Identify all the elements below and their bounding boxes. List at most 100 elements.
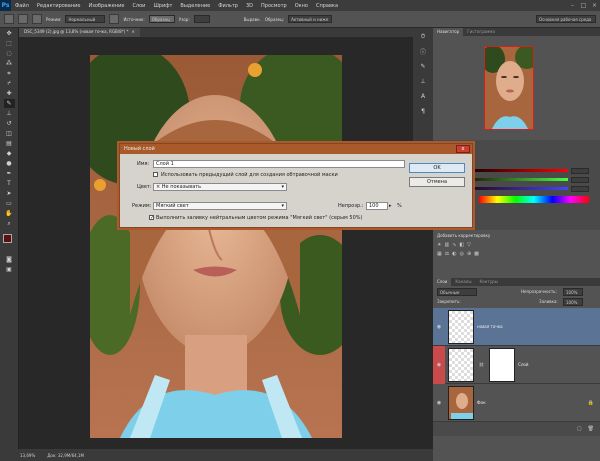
maximize-icon[interactable]: □ bbox=[578, 2, 589, 9]
mode-select[interactable]: Нормальный bbox=[65, 15, 106, 23]
opacity-stepper-icon[interactable]: ▸ bbox=[389, 203, 392, 209]
color-balance-icon[interactable]: ⚖ bbox=[445, 251, 449, 257]
healing-tool-icon[interactable]: ✚ bbox=[4, 89, 15, 98]
dodge-tool-icon[interactable]: ● bbox=[4, 159, 15, 168]
green-slider[interactable] bbox=[459, 175, 589, 184]
layer-name-input[interactable]: Слой 1 bbox=[153, 160, 405, 168]
eye-icon[interactable]: ◉ bbox=[433, 308, 445, 346]
clone-source-icon[interactable] bbox=[32, 14, 42, 24]
type-tool-icon[interactable]: T bbox=[4, 179, 15, 188]
paragraph-panel-icon[interactable]: ¶ bbox=[418, 107, 429, 116]
layer-mask-thumbnail[interactable] bbox=[489, 347, 516, 382]
layer-row[interactable]: ◉ ⛓ Слой bbox=[433, 345, 600, 384]
marquee-tool-icon[interactable]: ⬚ bbox=[4, 39, 15, 48]
tab-paths[interactable]: Контуры bbox=[475, 278, 502, 286]
menu-file[interactable]: Файл bbox=[11, 3, 33, 9]
document-close-icon[interactable]: × bbox=[132, 29, 135, 36]
shape-tool-icon[interactable]: ▭ bbox=[4, 199, 15, 208]
opacity-input[interactable]: 100% bbox=[563, 288, 583, 296]
menu-select[interactable]: Выделение bbox=[176, 3, 214, 9]
menu-image[interactable]: Изображение bbox=[84, 3, 128, 9]
tab-channels[interactable]: Каналы bbox=[451, 278, 476, 286]
curves-icon[interactable]: ∿ bbox=[452, 242, 456, 248]
eyedropper-tool-icon[interactable]: ⌿ bbox=[4, 79, 15, 88]
crop-tool-icon[interactable]: ⌗ bbox=[4, 69, 15, 78]
menu-help[interactable]: Справка bbox=[312, 3, 342, 9]
clone-stamp-tool-icon[interactable]: ⊥ bbox=[4, 109, 15, 118]
menu-view[interactable]: Просмотр bbox=[257, 3, 291, 9]
pen-tool-icon[interactable]: ✒ bbox=[4, 169, 15, 178]
lasso-tool-icon[interactable]: ◌ bbox=[4, 49, 15, 58]
blend-mode-select[interactable]: Обычные bbox=[437, 288, 477, 296]
eye-icon[interactable]: ◉ bbox=[433, 384, 445, 422]
color-spectrum[interactable] bbox=[479, 196, 589, 203]
hand-tool-icon[interactable]: ✋ bbox=[4, 209, 15, 218]
screen-mode-icon[interactable]: ▣ bbox=[4, 265, 15, 274]
foreground-color[interactable] bbox=[3, 234, 12, 243]
layer-row[interactable]: ◉ новая точка bbox=[433, 308, 600, 346]
menu-edit[interactable]: Редактирование bbox=[33, 3, 85, 9]
menu-type[interactable]: Шрифт bbox=[149, 3, 176, 9]
channel-mixer-icon[interactable]: ⊕ bbox=[467, 251, 471, 257]
document-image[interactable] bbox=[90, 55, 342, 438]
quick-mask-icon[interactable]: ◙ bbox=[4, 255, 15, 264]
blue-slider[interactable] bbox=[459, 184, 589, 193]
zoom-tool-icon[interactable]: ⌕ bbox=[4, 219, 15, 228]
quick-select-tool-icon[interactable]: ⁂ bbox=[4, 59, 15, 68]
menu-3d[interactable]: 3D bbox=[242, 3, 257, 9]
brush-panel-icon[interactable]: ✎ bbox=[418, 62, 429, 71]
dialog-close-button[interactable]: x bbox=[456, 145, 470, 153]
gradient-tool-icon[interactable]: ▤ bbox=[4, 139, 15, 148]
navigator-thumbnail[interactable] bbox=[484, 46, 534, 130]
minimize-icon[interactable]: – bbox=[567, 2, 578, 9]
trash-icon[interactable]: 🗑 bbox=[588, 426, 594, 432]
ok-button[interactable]: OK bbox=[409, 163, 465, 173]
brush-preset-icon[interactable] bbox=[18, 14, 28, 24]
history-brush-tool-icon[interactable]: ↺ bbox=[4, 119, 15, 128]
character-panel-icon[interactable]: A bbox=[418, 92, 429, 101]
color-swatches[interactable] bbox=[0, 232, 18, 254]
vibrance-icon[interactable]: ▽ bbox=[467, 242, 471, 248]
color-lookup-icon[interactable]: ▩ bbox=[474, 251, 479, 257]
menu-filter[interactable]: Фильтр bbox=[214, 3, 242, 9]
sample-select[interactable]: Активный и ниже bbox=[288, 15, 333, 23]
move-tool-icon[interactable]: ✥ bbox=[4, 29, 15, 38]
hue-saturation-icon[interactable]: ▦ bbox=[437, 251, 442, 257]
photo-filter-icon[interactable]: ◎ bbox=[460, 251, 464, 257]
history-panel-icon[interactable]: ⏱ bbox=[418, 32, 429, 41]
clip-mask-checkbox[interactable] bbox=[153, 172, 158, 177]
brush-tool-icon[interactable]: ✎ bbox=[3, 99, 15, 108]
document-tab[interactable]: DSC_5349 (2).jpg @ 13,8% (новая точка, R… bbox=[19, 28, 140, 37]
fill-input[interactable]: 100% bbox=[563, 298, 583, 306]
clone-source-panel-icon[interactable]: ⊥ bbox=[418, 77, 429, 86]
source-sample-option[interactable]: Образец bbox=[148, 15, 175, 23]
levels-icon[interactable]: ▥ bbox=[444, 242, 449, 248]
pressure-icon[interactable] bbox=[109, 14, 120, 24]
workspace-select[interactable]: Основная рабочая среда bbox=[536, 15, 596, 23]
path-select-tool-icon[interactable]: ➤ bbox=[4, 189, 15, 198]
pattern-select[interactable] bbox=[193, 15, 210, 23]
properties-panel-icon[interactable]: ⓘ bbox=[418, 47, 429, 56]
menu-layer[interactable]: Слои bbox=[128, 3, 149, 9]
tab-histogram[interactable]: Гистограмма bbox=[463, 28, 499, 36]
blend-mode-select[interactable]: Мягкий свет ▾ bbox=[153, 202, 287, 210]
opacity-input[interactable]: 100 bbox=[366, 202, 388, 210]
black-white-icon[interactable]: ◐ bbox=[452, 251, 456, 257]
tab-layers[interactable]: Слои bbox=[433, 278, 452, 286]
red-slider[interactable] bbox=[459, 166, 589, 175]
color-select[interactable]: × Не показывать ▾ bbox=[153, 183, 287, 191]
exposure-icon[interactable]: ◧ bbox=[459, 242, 464, 248]
eraser-tool-icon[interactable]: ◫ bbox=[4, 129, 15, 138]
tab-navigator[interactable]: Навигатор bbox=[433, 28, 464, 36]
brightness-icon[interactable]: ☀ bbox=[437, 242, 441, 248]
cancel-button[interactable]: Отмена bbox=[409, 177, 465, 187]
close-icon[interactable]: × bbox=[589, 2, 600, 9]
aligned-checkbox[interactable]: Выравн. bbox=[244, 17, 261, 22]
blur-tool-icon[interactable]: ◆ bbox=[4, 149, 15, 158]
zoom-level[interactable]: 13,69% bbox=[20, 453, 35, 458]
new-layer-icon[interactable]: ▢ bbox=[577, 426, 582, 432]
menu-window[interactable]: Окно bbox=[291, 3, 312, 9]
stamp-tool-icon[interactable] bbox=[4, 14, 14, 24]
layer-row[interactable]: ◉ Фон 🔒 bbox=[433, 384, 600, 422]
neutral-fill-checkbox[interactable]: ✓ bbox=[149, 215, 154, 221]
